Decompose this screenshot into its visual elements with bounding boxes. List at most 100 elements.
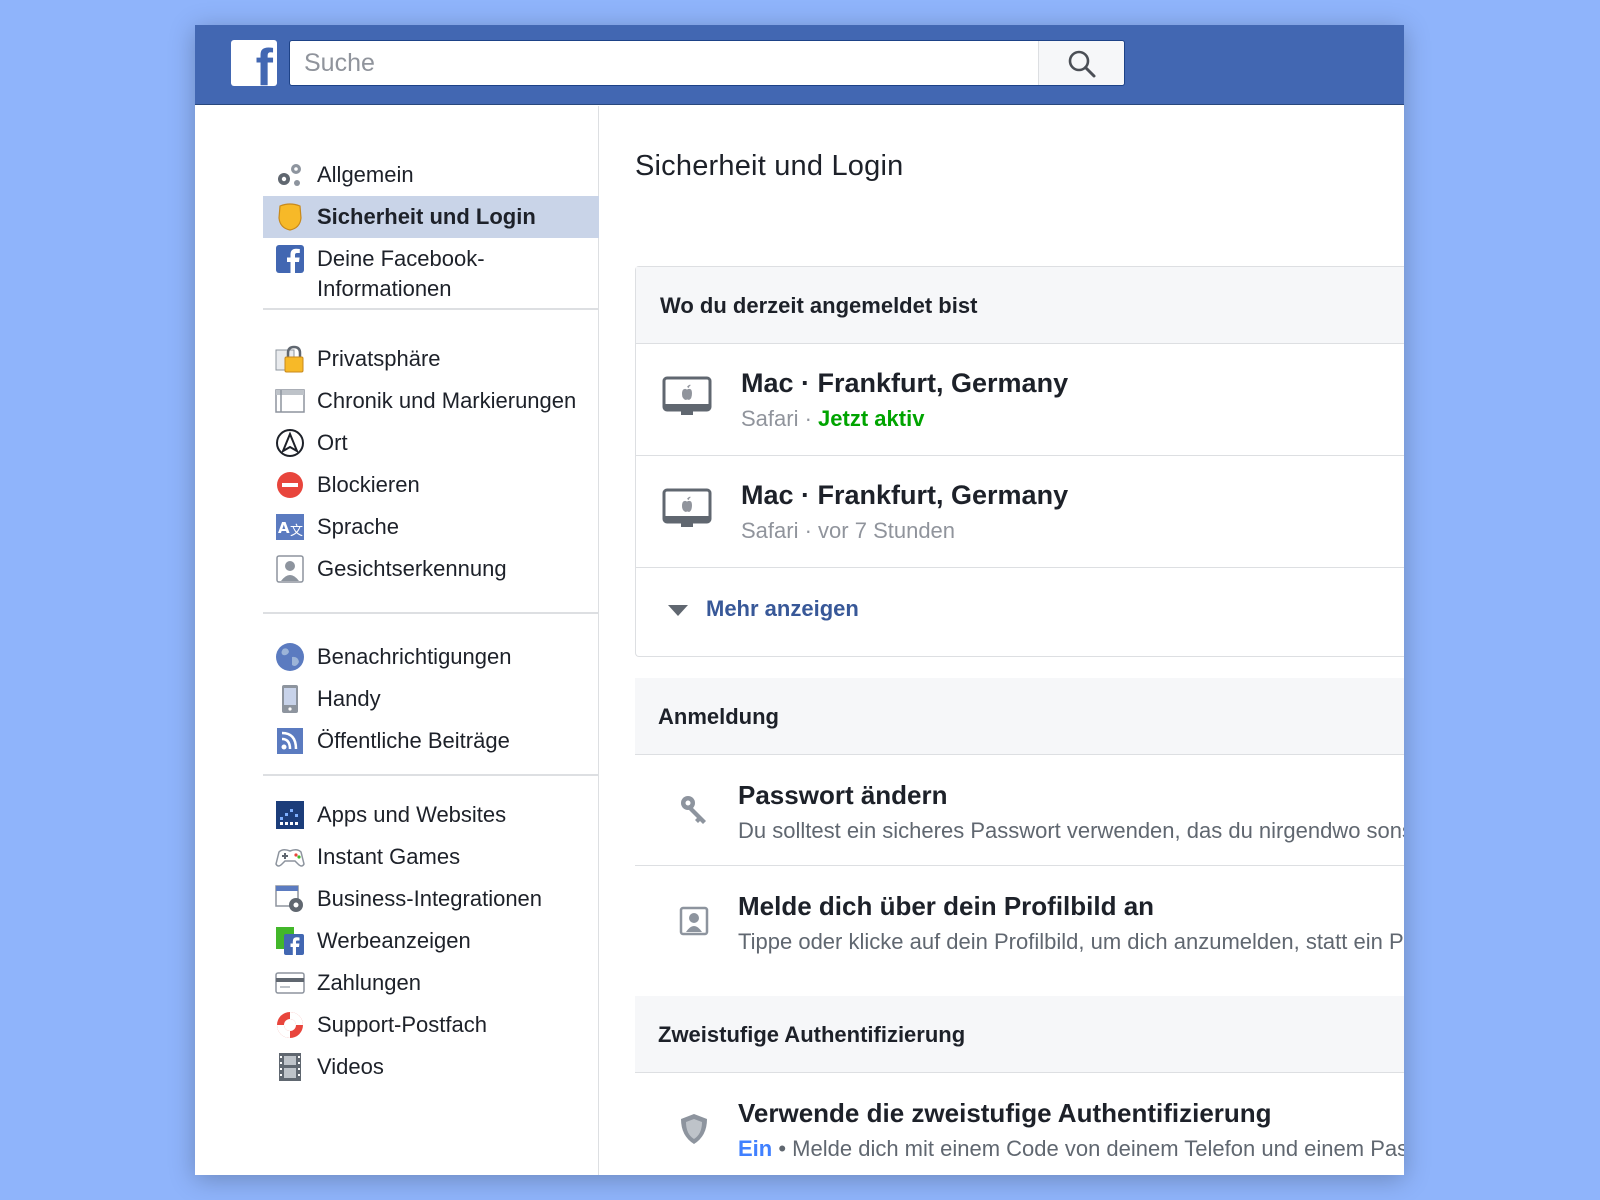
two-factor-row[interactable]: Verwende die zweistufige Authentifizieru… xyxy=(635,1074,1404,1175)
browser-window: f Allgemein xyxy=(195,25,1404,1175)
sidebar-item-handy[interactable]: Handy xyxy=(263,678,599,720)
sidebar-item-label: Handy xyxy=(317,686,381,711)
session-separator: · xyxy=(798,406,819,431)
lifebuoy-icon xyxy=(275,1010,305,1040)
search-input[interactable] xyxy=(290,41,1038,85)
session-status-active: Jetzt aktiv xyxy=(818,406,925,431)
key-icon xyxy=(679,794,709,833)
facebook-logo-letter: f xyxy=(255,40,273,86)
sidebar-item-label: Benachrichtigungen xyxy=(317,644,512,669)
language-icon: A 文 xyxy=(275,512,305,542)
block-icon xyxy=(275,470,305,500)
shield-icon xyxy=(679,1112,709,1151)
sidebar-group-notifications: Benachrichtigungen Handy Öffentliche Bei… xyxy=(263,636,599,762)
facebook-logo-icon[interactable]: f xyxy=(231,40,277,86)
sidebar-item-instant-games[interactable]: Instant Games xyxy=(263,836,599,878)
badge-icon xyxy=(275,202,305,232)
sidebar-item-label: Instant Games xyxy=(317,844,461,869)
gears-icon xyxy=(275,160,305,190)
two-factor-status: Ein xyxy=(738,1136,773,1161)
business-gear-icon xyxy=(275,884,305,914)
rss-icon xyxy=(275,726,305,756)
card-icon xyxy=(275,968,305,998)
sidebar-item-zahlungen[interactable]: Zahlungen xyxy=(263,962,599,1004)
sidebar-item-chronik[interactable]: Chronik und Markierungen xyxy=(263,380,599,422)
search-box xyxy=(289,40,1125,86)
sidebar-item-gesichtserkennung[interactable]: Gesichtserkennung xyxy=(263,548,599,590)
gamepad-icon xyxy=(275,842,305,872)
sidebar-item-label: Videos xyxy=(317,1054,384,1079)
show-more-label: Mehr anzeigen xyxy=(706,596,859,621)
page-title: Sicherheit und Login xyxy=(635,150,904,182)
sidebar-divider xyxy=(263,612,599,614)
sidebar-item-label: Öffentliche Beiträge xyxy=(317,728,510,753)
sidebar-group-privacy: Privatsphäre Chronik und Markierungen Or… xyxy=(263,338,599,590)
desktop-icon xyxy=(662,488,712,537)
sidebar-item-ort[interactable]: Ort xyxy=(263,422,599,464)
login-section-header: Anmeldung xyxy=(635,678,1404,755)
sidebar-item-benachrichtigungen[interactable]: Benachrichtigungen xyxy=(263,636,599,678)
session-browser: Safari xyxy=(741,518,799,543)
svg-text:A: A xyxy=(278,519,290,537)
apps-icon xyxy=(275,800,305,830)
sidebar-item-label: Chronik und Markierungen xyxy=(317,388,577,413)
phone-icon xyxy=(275,684,305,714)
film-icon xyxy=(275,1052,305,1082)
setting-title: Passwort ändern xyxy=(738,780,948,810)
sidebar-item-label: Sicherheit und Login xyxy=(317,204,536,229)
ads-icon xyxy=(275,926,305,956)
sidebar-item-label: Apps und Websites xyxy=(317,802,507,827)
change-password-row[interactable]: Passwort ändern Du solltest ein sicheres… xyxy=(635,756,1404,866)
two-factor-description: Melde dich mit einem Code von deinem Tel… xyxy=(792,1136,1404,1161)
search-button[interactable] xyxy=(1038,41,1124,85)
location-icon xyxy=(275,428,305,458)
sidebar-item-oeffentliche-beitraege[interactable]: Öffentliche Beiträge xyxy=(263,720,599,762)
sidebar-group-apps: Apps und Websites Instant Games Business… xyxy=(263,794,599,1088)
face-icon xyxy=(275,554,305,584)
session-device: Mac · Frankfurt, Germany xyxy=(741,480,1069,510)
sidebar-item-label: Ort xyxy=(317,430,348,455)
session-device: Mac · Frankfurt, Germany xyxy=(741,368,1069,398)
bullet-separator: • xyxy=(772,1136,793,1161)
sessions-card: Wo du derzeit angemeldet bist Mac · Fran… xyxy=(635,266,1404,657)
profile-picture-login-row[interactable]: Melde dich über dein Profilbild an Tippe… xyxy=(635,867,1404,977)
sidebar-item-business-integrationen[interactable]: Business-Integrationen xyxy=(263,878,599,920)
sidebar-item-label: Zahlungen xyxy=(317,970,421,995)
triangle-down-icon xyxy=(668,605,688,616)
sidebar-item-allgemein[interactable]: Allgemein xyxy=(263,154,599,196)
show-more-button[interactable]: Mehr anzeigen xyxy=(636,568,1404,656)
two-factor-section-header: Zweistufige Authentifizierung xyxy=(635,996,1404,1073)
sidebar-item-blockieren[interactable]: Blockieren xyxy=(263,464,599,506)
sidebar-item-label: Deine Facebook-Informationen xyxy=(317,246,485,301)
sidebar-item-label: Blockieren xyxy=(317,472,420,497)
sidebar-item-sicherheit[interactable]: Sicherheit und Login xyxy=(263,196,599,238)
globe-icon xyxy=(275,642,305,672)
sidebar-item-privatsphaere[interactable]: Privatsphäre xyxy=(263,338,599,380)
session-details: Safari · Jetzt aktiv xyxy=(741,406,924,432)
sidebar-item-label: Allgemein xyxy=(317,162,414,187)
sidebar-divider xyxy=(263,774,599,776)
setting-title: Verwende die zweistufige Authentifizieru… xyxy=(738,1098,1272,1128)
sidebar-item-werbeanzeigen[interactable]: Werbeanzeigen xyxy=(263,920,599,962)
sidebar-item-facebook-informationen[interactable]: Deine Facebook-Informationen xyxy=(263,238,599,310)
sidebar-divider xyxy=(263,308,599,310)
sidebar-group-account: Allgemein Sicherheit und Login Deine Fac… xyxy=(263,154,599,310)
session-browser: Safari xyxy=(741,406,799,431)
sidebar-item-sprache[interactable]: A 文 Sprache xyxy=(263,506,599,548)
timeline-icon xyxy=(275,386,305,416)
sidebar-item-label: Gesichtserkennung xyxy=(317,556,507,581)
sidebar-item-label: Sprache xyxy=(317,514,399,539)
sidebar-item-support-postfach[interactable]: Support-Postfach xyxy=(263,1004,599,1046)
setting-title: Melde dich über dein Profilbild an xyxy=(738,891,1155,921)
sidebar-item-apps-und-websites[interactable]: Apps und Websites xyxy=(263,794,599,836)
session-row[interactable]: Mac · Frankfurt, Germany Safari · Jetzt … xyxy=(636,344,1404,456)
sidebar-item-videos[interactable]: Videos xyxy=(263,1046,599,1088)
session-row[interactable]: Mac · Frankfurt, Germany Safari · vor 7 … xyxy=(636,456,1404,568)
session-status: vor 7 Stunden xyxy=(818,518,956,543)
desktop-icon xyxy=(662,376,712,425)
facebook-icon xyxy=(275,244,305,274)
sessions-header: Wo du derzeit angemeldet bist xyxy=(636,267,1404,344)
session-separator: · xyxy=(798,518,819,543)
setting-description: Ein • Melde dich mit einem Code von dein… xyxy=(738,1136,1404,1162)
sidebar-item-label: Business-Integrationen xyxy=(317,886,543,911)
